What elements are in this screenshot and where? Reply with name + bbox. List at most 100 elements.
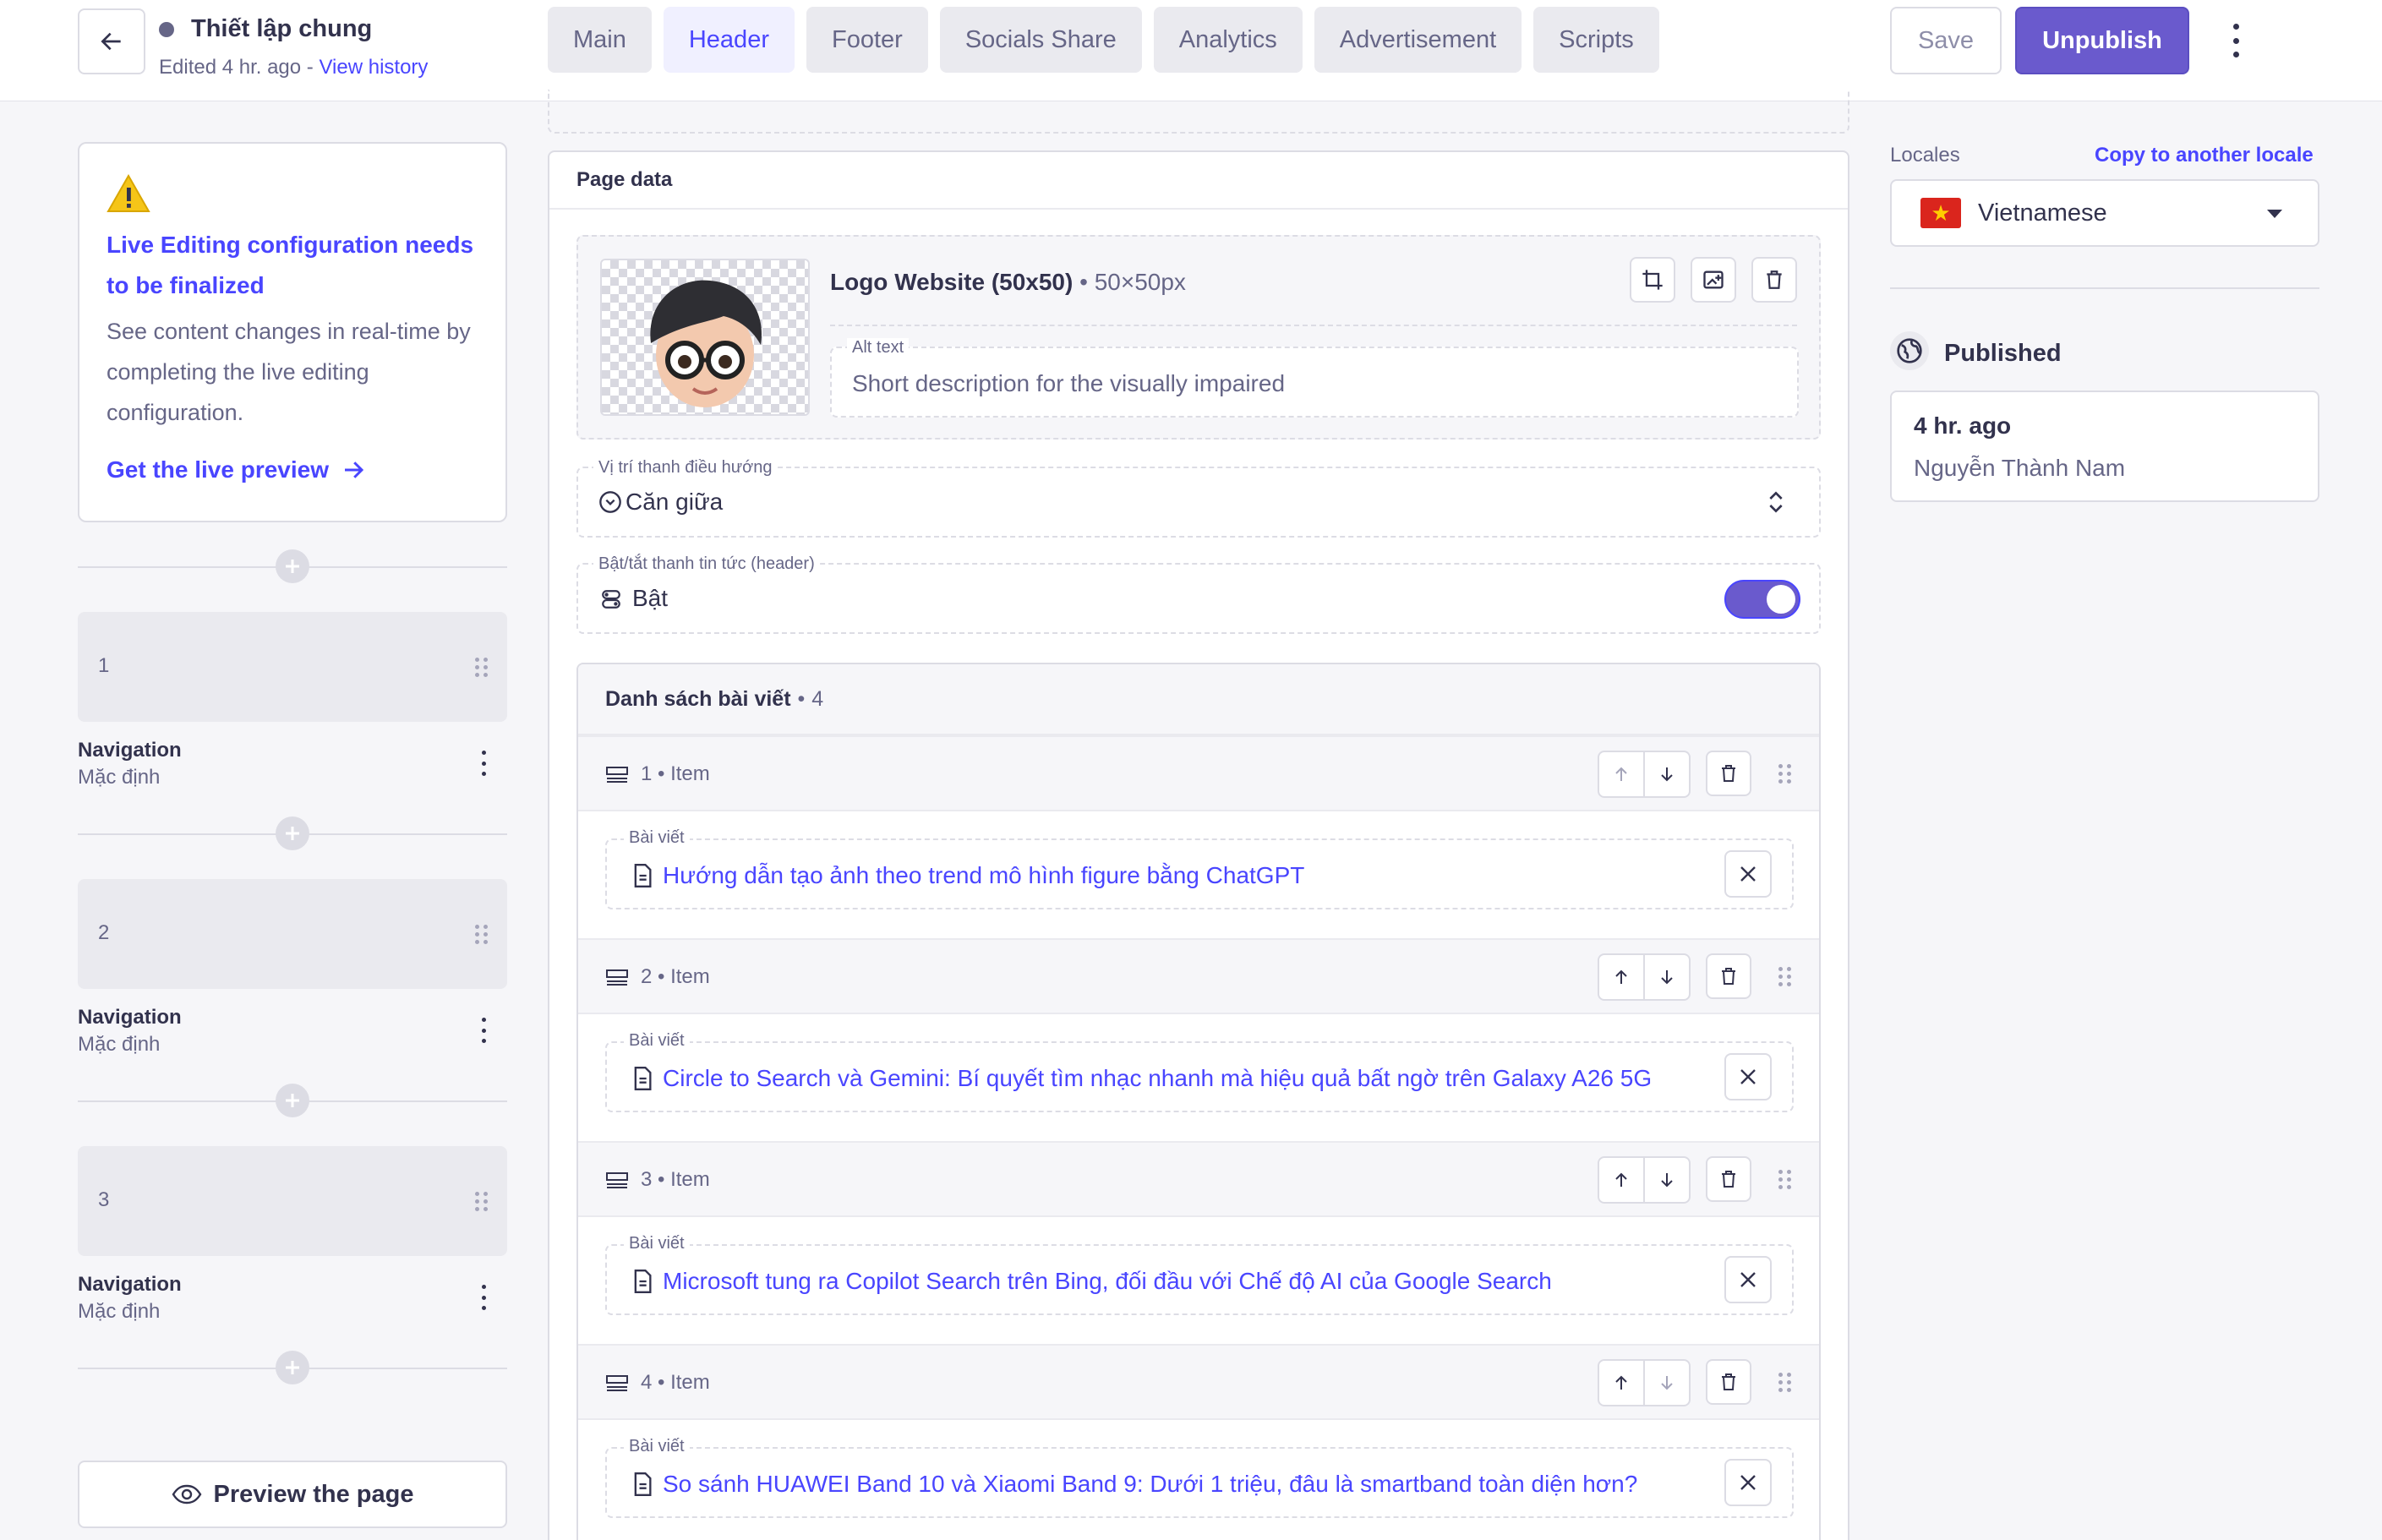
drag-handle-icon[interactable] — [475, 925, 489, 945]
arrow-down-icon[interactable] — [1645, 955, 1689, 999]
remove-post-button[interactable] — [1724, 850, 1772, 898]
post-list-count: 4 — [811, 686, 824, 711]
news-bar-toggle[interactable] — [1724, 580, 1800, 619]
edited-text: Edited 4 hr. ago - — [159, 56, 320, 79]
post-relation-field[interactable]: Bài viết So sánh HUAWEI Band 10 và Xiaom… — [605, 1437, 1794, 1518]
trash-icon — [1722, 968, 1735, 985]
back-button[interactable] — [78, 8, 145, 74]
delete-item-button[interactable] — [1706, 1359, 1751, 1405]
live-editing-card: Live Editing configuration needs to be f… — [78, 142, 507, 522]
crop-button[interactable] — [1630, 257, 1675, 303]
post-link[interactable]: Circle to Search và Gemini: Bí quyết tìm… — [663, 1065, 1652, 1092]
drag-handle-icon[interactable] — [475, 658, 489, 678]
logo-field-title: Logo Website (50x50) • 50×50px — [830, 269, 1186, 295]
news-bar-label: Bật/tắt thanh tin tức (header) — [593, 554, 820, 574]
crop-icon — [1642, 270, 1663, 290]
remove-post-button[interactable] — [1724, 1053, 1772, 1100]
live-preview-link[interactable]: Get the live preview — [107, 456, 478, 483]
remove-post-button[interactable] — [1724, 1256, 1772, 1303]
nav-label: Navigation — [78, 739, 182, 762]
close-icon — [1740, 866, 1756, 882]
post-relation-field[interactable]: Bài viết Circle to Search và Gemini: Bí … — [605, 1031, 1794, 1112]
drag-handle-icon[interactable] — [1778, 967, 1792, 987]
arrow-down-icon[interactable] — [1645, 1361, 1689, 1405]
list-item-header[interactable]: 4 • Item — [578, 1344, 1819, 1420]
alt-text-placeholder: Short description for the visually impai… — [852, 370, 1286, 396]
nav-number: 2 — [98, 921, 110, 944]
arrow-right-icon — [345, 461, 364, 478]
tab-header[interactable]: Header — [663, 7, 795, 73]
delete-item-button[interactable] — [1706, 751, 1751, 796]
locale-select[interactable]: ★ Vietnamese — [1890, 179, 2319, 247]
list-item-header[interactable]: 1 • Item — [578, 735, 1819, 811]
preview-page-button[interactable]: Preview the page — [78, 1461, 507, 1528]
arrow-up-icon[interactable] — [1599, 955, 1645, 999]
news-bar-value: Bật — [632, 585, 669, 611]
arrow-down-icon[interactable] — [1645, 752, 1689, 796]
unpublish-button[interactable]: Unpublish — [2015, 7, 2189, 74]
delete-item-button[interactable] — [1706, 953, 1751, 999]
tab-main[interactable]: Main — [548, 7, 652, 73]
logo-size: 50×50px — [1094, 269, 1186, 295]
tab-scripts[interactable]: Scripts — [1533, 7, 1659, 73]
reorder-buttons — [1598, 751, 1691, 798]
drag-handle-icon[interactable] — [475, 1192, 489, 1212]
reorder-buttons — [1598, 953, 1691, 1001]
delete-item-button[interactable] — [1706, 1156, 1751, 1202]
tab-analytics[interactable]: Analytics — [1153, 7, 1303, 73]
panel-title: Page data — [549, 152, 1848, 210]
tab-socials-share[interactable]: Socials Share — [939, 7, 1142, 73]
post-link[interactable]: Hướng dẫn tạo ảnh theo trend mô hình fig… — [663, 862, 1304, 889]
list-item-header[interactable]: 3 • Item — [578, 1141, 1819, 1217]
drag-handle-icon[interactable] — [1778, 764, 1792, 784]
tab-footer[interactable]: Footer — [806, 7, 928, 73]
save-button[interactable]: Save — [1890, 7, 2002, 74]
nav-component-2[interactable]: 2 — [78, 879, 507, 989]
arrow-left-icon — [101, 32, 121, 51]
document-icon — [634, 1067, 652, 1090]
post-link[interactable]: So sánh HUAWEI Band 10 và Xiaomi Band 9:… — [663, 1471, 1637, 1498]
delete-image-button[interactable] — [1751, 257, 1797, 303]
list-item-header[interactable]: 2 • Item — [578, 938, 1819, 1014]
view-history-link[interactable]: View history — [319, 56, 428, 79]
logo-image[interactable] — [600, 259, 810, 416]
nav-more-icon[interactable] — [479, 751, 488, 776]
post-relation-field[interactable]: Bài viết Microsoft tung ra Copilot Searc… — [605, 1234, 1794, 1315]
vietnam-flag-icon: ★ — [1920, 198, 1961, 228]
more-actions-icon[interactable] — [2223, 19, 2248, 63]
status-label: Published — [1944, 340, 2062, 367]
add-icon[interactable] — [276, 549, 309, 583]
arrow-up-icon[interactable] — [1599, 752, 1645, 796]
reorder-buttons — [1598, 1156, 1691, 1204]
remove-post-button[interactable] — [1724, 1459, 1772, 1506]
nav-sub: Mặc định — [78, 766, 161, 789]
add-icon[interactable] — [276, 1084, 309, 1117]
nav-number: 1 — [98, 654, 110, 677]
nav-component-1[interactable]: 1 — [78, 612, 507, 722]
document-icon — [634, 864, 652, 887]
nav-more-icon[interactable] — [479, 1285, 488, 1310]
drag-handle-icon[interactable] — [1778, 1170, 1792, 1190]
add-icon[interactable] — [276, 816, 309, 850]
eye-icon — [172, 1484, 201, 1505]
tab-advertisement[interactable]: Advertisement — [1314, 7, 1522, 73]
post-link[interactable]: Microsoft tung ra Copilot Search trên Bi… — [663, 1268, 1552, 1295]
add-icon[interactable] — [276, 1351, 309, 1384]
nav-position-value: Căn giữa — [626, 489, 724, 515]
nav-more-icon[interactable] — [479, 1018, 488, 1043]
arrow-up-icon[interactable] — [1599, 1158, 1645, 1202]
replace-image-button[interactable] — [1691, 257, 1736, 303]
nav-sub: Mặc định — [78, 1033, 161, 1056]
add-component-separator — [78, 1351, 507, 1384]
post-relation-field[interactable]: Bài viết Hướng dẫn tạo ảnh theo trend mô… — [605, 828, 1794, 909]
nav-number: 3 — [98, 1188, 110, 1211]
nav-component-3[interactable]: 3 — [78, 1146, 507, 1256]
copy-locale-link[interactable]: Copy to another locale — [2095, 144, 2314, 167]
drag-handle-icon[interactable] — [1778, 1373, 1792, 1393]
item-label: 2 • Item — [641, 965, 710, 988]
post-list-title: Danh sách bài viết — [605, 686, 791, 711]
arrow-down-icon[interactable] — [1645, 1158, 1689, 1202]
arrow-up-icon[interactable] — [1599, 1361, 1645, 1405]
post-field-label: Bài viết — [624, 1031, 690, 1051]
published-user: Nguyễn Thành Nam — [1914, 455, 2126, 481]
